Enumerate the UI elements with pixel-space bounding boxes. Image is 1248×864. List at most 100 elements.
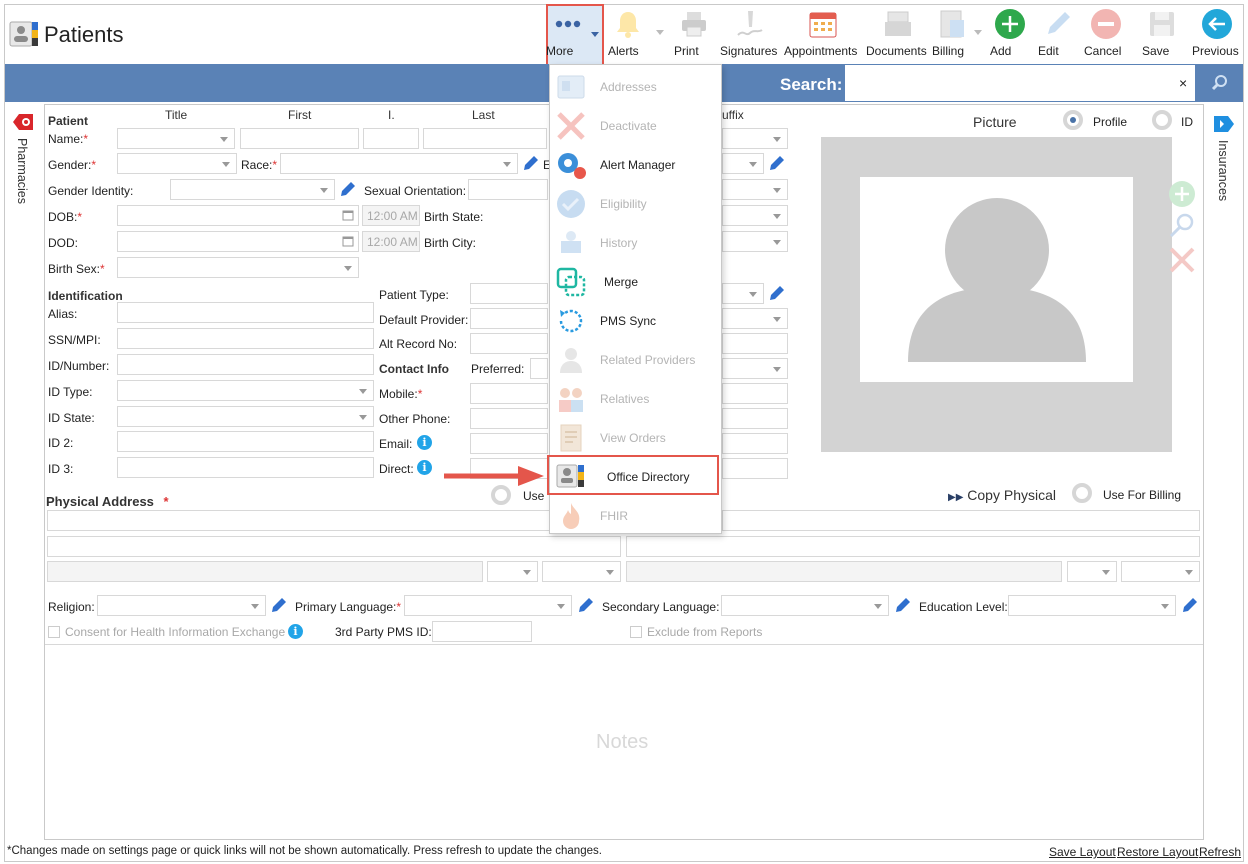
menu-item-history[interactable]: History <box>550 223 721 262</box>
direct-input-end[interactable] <box>722 458 788 479</box>
alerts-caret-icon[interactable] <box>656 30 664 35</box>
birth-sex-select[interactable] <box>117 257 359 278</box>
menu-item-fhir[interactable]: FHIR <box>550 496 721 535</box>
menu-item-relatives[interactable]: Relatives <box>550 379 721 418</box>
race-select[interactable] <box>280 153 518 174</box>
appointments-button[interactable]: Appointments <box>784 6 862 62</box>
use-address-radio[interactable] <box>491 485 511 505</box>
copy-physical-button[interactable]: ▶▶ Copy Physical <box>948 487 1056 503</box>
title-select[interactable] <box>117 128 235 149</box>
more-dropdown-caret-icon[interactable] <box>591 32 599 37</box>
patient-type-select-end[interactable] <box>722 283 764 304</box>
birth-city-select[interactable] <box>722 231 788 252</box>
id-state-select[interactable] <box>117 406 374 427</box>
default-provider-select[interactable] <box>470 308 548 329</box>
id-number-input[interactable] <box>117 354 374 375</box>
menu-item-alert-manager[interactable]: Alert Manager <box>550 145 721 184</box>
first-name-input[interactable] <box>240 128 359 149</box>
add-picture-icon[interactable] <box>1168 180 1196 208</box>
documents-button[interactable]: Documents <box>866 6 930 62</box>
billing-zip-select[interactable] <box>1121 561 1200 582</box>
alias-input[interactable] <box>117 302 374 323</box>
notes-area[interactable]: Notes <box>596 731 648 754</box>
search-button[interactable] <box>1196 64 1243 102</box>
gender-select[interactable] <box>117 153 237 174</box>
menu-item-related-providers[interactable]: Related Providers <box>550 340 721 379</box>
pharmacies-tab[interactable]: Pharmacies <box>11 112 37 212</box>
address-line2-input[interactable] <box>47 536 621 557</box>
zoom-picture-icon[interactable] <box>1168 212 1196 240</box>
menu-item-view-orders[interactable]: View Orders <box>550 418 721 457</box>
ethnicity-select[interactable] <box>722 153 764 174</box>
id2-input[interactable] <box>117 431 374 452</box>
address-line1-input[interactable] <box>47 510 621 531</box>
email-input-end[interactable] <box>722 433 788 454</box>
cancel-button[interactable]: Cancel <box>1084 6 1128 62</box>
save-button[interactable]: Save <box>1142 6 1182 62</box>
menu-item-addresses[interactable]: Addresses <box>550 67 721 106</box>
consent-checkbox[interactable] <box>48 626 60 638</box>
third-party-pms-input[interactable] <box>432 621 532 642</box>
primary-language-select[interactable] <box>404 595 572 616</box>
ssn-input[interactable] <box>117 328 374 349</box>
ethnicity-edit-pencil-icon[interactable] <box>768 154 786 172</box>
menu-item-eligibility[interactable]: Eligibility <box>550 184 721 223</box>
more-button[interactable]: More <box>546 6 590 62</box>
profile-radio[interactable] <box>1063 110 1083 130</box>
mobile-input[interactable] <box>470 383 548 404</box>
refresh-link[interactable]: Refresh <box>1199 845 1241 859</box>
calendar-small-icon[interactable] <box>342 235 354 247</box>
education-level-select[interactable] <box>1008 595 1176 616</box>
billing-caret-icon[interactable] <box>974 30 982 35</box>
alerts-button[interactable]: Alerts <box>608 6 648 62</box>
dod-date-input[interactable] <box>117 231 359 252</box>
insurances-tab[interactable]: Insurances <box>1212 114 1238 214</box>
alt-record-input[interactable] <box>470 333 548 354</box>
billing-state-select[interactable] <box>1067 561 1117 582</box>
restore-layout-link[interactable]: Restore Layout <box>1117 845 1198 859</box>
education-level-edit-pencil-icon[interactable] <box>1181 596 1199 614</box>
suffix-select[interactable] <box>722 128 788 149</box>
print-button[interactable]: Print <box>674 6 714 62</box>
id3-input[interactable] <box>117 457 374 478</box>
email-info-icon[interactable]: i <box>417 435 432 450</box>
other-phone-input[interactable] <box>470 408 548 429</box>
primary-language-edit-pencil-icon[interactable] <box>577 596 595 614</box>
use-for-billing-radio[interactable] <box>1072 483 1092 503</box>
patient-type-edit-pencil-icon[interactable] <box>768 284 786 302</box>
dob-date-input[interactable] <box>117 205 359 226</box>
previous-button[interactable]: Previous <box>1192 6 1242 62</box>
edit-button[interactable]: Edit <box>1038 6 1078 62</box>
sexual-orientation-select[interactable] <box>468 179 548 200</box>
menu-item-merge[interactable]: Merge <box>550 262 721 301</box>
id-type-select[interactable] <box>117 380 374 401</box>
signatures-button[interactable]: Signatures <box>720 6 780 62</box>
calendar-small-icon[interactable] <box>342 209 354 221</box>
state-select[interactable] <box>487 561 538 582</box>
search-clear-icon[interactable]: × <box>1179 75 1187 91</box>
delete-picture-icon[interactable] <box>1168 246 1196 274</box>
alt-record-input-end[interactable] <box>722 333 788 354</box>
secondary-language-edit-pencil-icon[interactable] <box>894 596 912 614</box>
exclude-from-reports-checkbox[interactable] <box>630 626 642 638</box>
consent-info-icon[interactable]: i <box>288 624 303 639</box>
last-name-input[interactable] <box>423 128 547 149</box>
city-input[interactable] <box>47 561 483 582</box>
direct-info-icon[interactable]: i <box>417 460 432 475</box>
dob-time-input[interactable]: 12:00 AM <box>362 205 420 226</box>
zip-select[interactable] <box>542 561 621 582</box>
patient-type-select[interactable] <box>470 283 548 304</box>
billing-line1-input[interactable] <box>722 510 1200 531</box>
dod-time-input[interactable]: 12:00 AM <box>362 231 420 252</box>
race-edit-pencil-icon[interactable] <box>522 154 540 172</box>
default-provider-select-end[interactable] <box>722 308 788 329</box>
gender-identity-select[interactable] <box>170 179 335 200</box>
mobile-input-end[interactable] <box>722 383 788 404</box>
billing-line2-input[interactable] <box>626 536 1200 557</box>
id-radio[interactable] <box>1152 110 1172 130</box>
preferred-select[interactable] <box>530 358 548 379</box>
sexual-orientation-select-end[interactable] <box>722 179 788 200</box>
gender-identity-edit-pencil-icon[interactable] <box>339 180 357 198</box>
search-input[interactable] <box>844 64 1196 102</box>
preferred-select-end[interactable] <box>722 358 788 379</box>
